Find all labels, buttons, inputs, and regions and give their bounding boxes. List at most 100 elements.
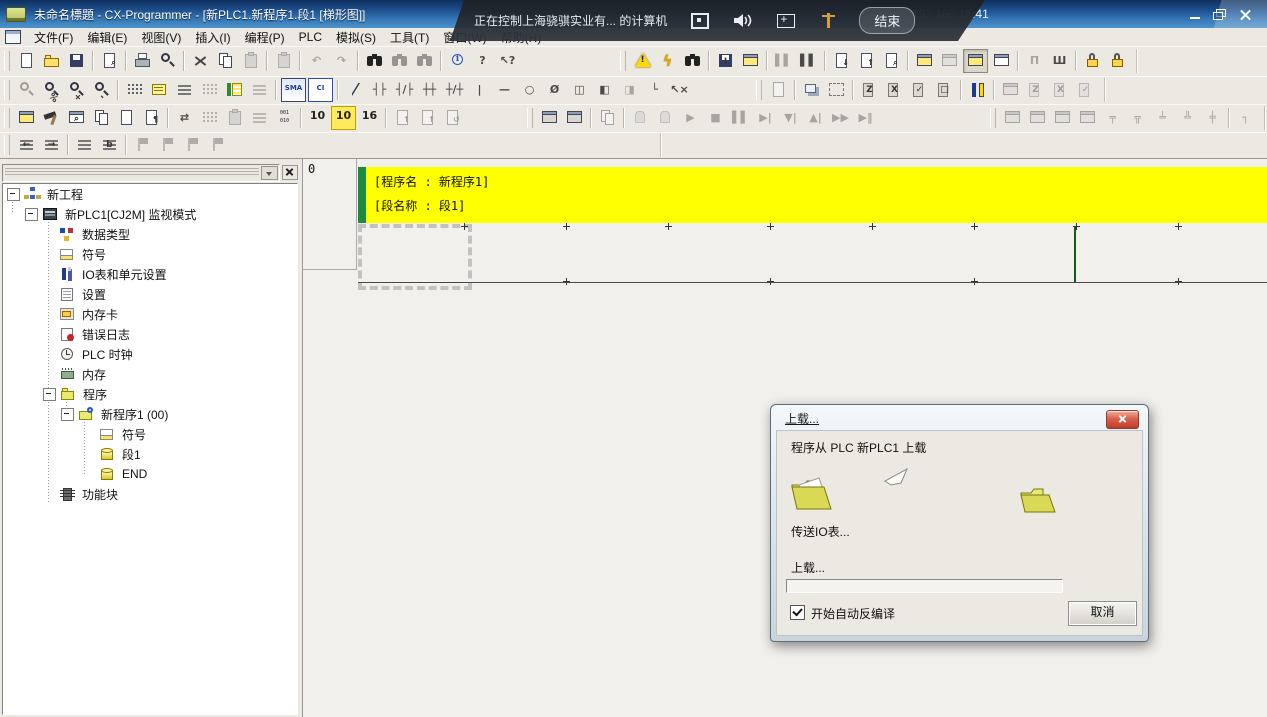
delete-rung-button[interactable] xyxy=(883,79,906,101)
instruction-button[interactable] xyxy=(568,79,591,101)
selection-tool-button[interactable] xyxy=(343,79,366,101)
refresh-button[interactable] xyxy=(441,107,464,129)
close-button[interactable] xyxy=(1237,8,1255,22)
cut-button[interactable] xyxy=(189,50,212,72)
pause-sim-button[interactable] xyxy=(729,107,752,129)
menu-view[interactable]: 视图(V) xyxy=(134,28,188,47)
window-z-button[interactable] xyxy=(1024,79,1047,101)
menu-simulation[interactable]: 模拟(S) xyxy=(329,28,383,47)
io-comment-button[interactable] xyxy=(1001,107,1024,129)
zoom-in-button[interactable] xyxy=(65,79,88,101)
cancel-button[interactable]: 取消 xyxy=(1068,601,1137,626)
simulator-log-button[interactable] xyxy=(563,107,586,129)
restore-button[interactable] xyxy=(1211,8,1229,22)
ladder-cursor-cell[interactable] xyxy=(358,224,472,290)
ci-view-button[interactable]: CI xyxy=(308,78,333,102)
context-help-button[interactable] xyxy=(496,50,519,72)
find-window-button[interactable] xyxy=(65,107,88,129)
toolbar-grip[interactable] xyxy=(756,80,762,100)
menu-program[interactable]: 编程(P) xyxy=(238,28,292,47)
align-list-button[interactable] xyxy=(73,134,96,156)
coil-button[interactable] xyxy=(518,79,541,101)
find-in-project-button[interactable] xyxy=(413,50,436,72)
verify-button[interactable] xyxy=(880,50,903,72)
tree-item-error-log[interactable]: 错误日志 xyxy=(3,324,297,344)
next-bookmark-button[interactable] xyxy=(156,134,179,156)
paste-button[interactable] xyxy=(239,50,262,72)
vertical-line-button[interactable] xyxy=(468,79,491,101)
dashed-view-button[interactable] xyxy=(825,79,848,101)
tree-item-programs[interactable]: 程序 xyxy=(3,384,297,404)
tree-item-plc[interactable]: 新PLC1[CJ2M] 监视模式 xyxy=(3,204,297,224)
undo-button[interactable] xyxy=(305,50,328,72)
tree-item-settings[interactable]: 设置 xyxy=(3,284,297,304)
speaker-icon[interactable] xyxy=(733,12,753,30)
decimal-view-button[interactable]: 10 xyxy=(306,107,329,129)
mdi-child-icon[interactable] xyxy=(5,30,21,44)
paste-special-button[interactable] xyxy=(272,50,295,72)
hex-view-button[interactable]: 16 xyxy=(358,107,381,129)
work-online-button[interactable] xyxy=(656,50,679,72)
prev-bookmark-button[interactable] xyxy=(181,134,204,156)
dialog-close-button[interactable] xyxy=(1106,410,1139,429)
toolbar-grip[interactable] xyxy=(4,51,10,71)
transfer-to-plc-button[interactable] xyxy=(714,50,737,72)
watch-window-button[interactable] xyxy=(999,79,1022,101)
symbols-dialog-button[interactable] xyxy=(148,79,171,101)
save-button[interactable] xyxy=(65,50,88,72)
zoom-out-button[interactable] xyxy=(90,79,113,101)
menu-edit[interactable]: 编辑(E) xyxy=(80,28,134,47)
toolbar-grip[interactable] xyxy=(620,51,626,71)
go-top-button[interactable] xyxy=(416,107,439,129)
tr-instruction-button[interactable] xyxy=(618,79,641,101)
replace-button[interactable] xyxy=(388,50,411,72)
toolbar-grip[interactable] xyxy=(4,108,10,128)
workspace-close-icon[interactable] xyxy=(282,165,298,180)
fullscreen-icon[interactable] xyxy=(691,13,709,29)
menu-insert[interactable]: 插入(I) xyxy=(188,28,237,47)
monitor-transfer-button[interactable] xyxy=(990,50,1013,72)
new-window-icon[interactable] xyxy=(777,14,795,28)
print-button[interactable] xyxy=(131,50,154,72)
page-view-button[interactable] xyxy=(115,107,138,129)
pages-view-button[interactable] xyxy=(800,79,823,101)
net-cross-button[interactable] xyxy=(1201,107,1224,129)
block-edit-button[interactable] xyxy=(966,79,989,101)
pause-simulation-button[interactable] xyxy=(629,107,652,129)
download-button[interactable] xyxy=(830,50,853,72)
tree-item-symbols[interactable]: 符号 xyxy=(3,244,297,264)
tree-item-section1[interactable]: 段1 xyxy=(3,444,297,464)
monitor-window-button[interactable] xyxy=(938,50,961,72)
inverted-instruction-button[interactable] xyxy=(593,79,616,101)
step-run-button[interactable] xyxy=(754,107,777,129)
window-v-button[interactable] xyxy=(1074,79,1097,101)
show-addresses-button[interactable] xyxy=(173,79,196,101)
outdent-button[interactable] xyxy=(15,134,38,156)
contact-nc-button[interactable] xyxy=(393,79,416,101)
step-in-button[interactable] xyxy=(779,107,802,129)
program-compare-button[interactable] xyxy=(596,107,619,129)
set-protection-button[interactable] xyxy=(1081,50,1104,72)
end-session-button[interactable]: 结束 xyxy=(859,7,915,34)
build-button[interactable] xyxy=(40,107,63,129)
time-chart-button[interactable] xyxy=(1048,50,1071,72)
clipboard-window-button[interactable] xyxy=(15,107,38,129)
list-view-button[interactable] xyxy=(248,107,271,129)
indent-button[interactable] xyxy=(40,134,63,156)
rung-comment-button[interactable] xyxy=(1026,107,1049,129)
release-protection-button[interactable] xyxy=(1106,50,1129,72)
window-x-button[interactable] xyxy=(1049,79,1072,101)
open-button[interactable] xyxy=(40,50,63,72)
step-out-button[interactable] xyxy=(804,107,827,129)
stop-button[interactable] xyxy=(704,107,727,129)
net-up-button[interactable] xyxy=(1151,107,1174,129)
toolbar-grip[interactable] xyxy=(4,80,10,100)
block-list-button[interactable] xyxy=(98,134,121,156)
windows-view-button[interactable] xyxy=(90,107,113,129)
closed-coil-button[interactable] xyxy=(543,79,566,101)
set-bookmark-button[interactable] xyxy=(131,134,154,156)
menu-plc[interactable]: PLC xyxy=(292,29,329,45)
collapse-toggle[interactable] xyxy=(61,408,74,421)
delete-tool-button[interactable] xyxy=(668,79,691,101)
connector-button[interactable] xyxy=(643,79,666,101)
